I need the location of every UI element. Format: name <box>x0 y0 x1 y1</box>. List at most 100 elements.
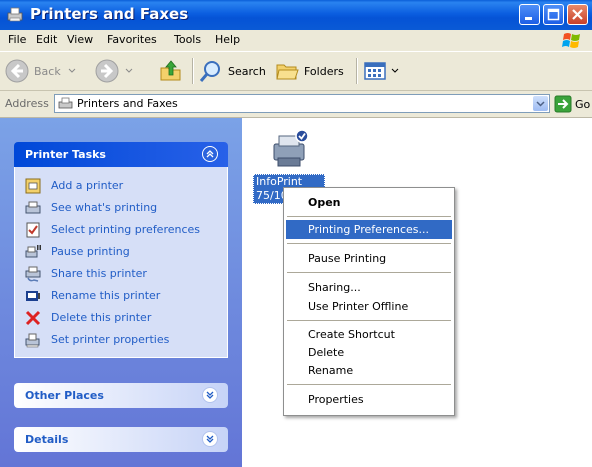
menu-item-label: Sharing... <box>308 281 361 294</box>
menu-separator <box>287 272 451 273</box>
task-label: Pause printing <box>51 245 130 258</box>
task-pane: Printer Tasks Add a printer See what's p… <box>0 118 242 467</box>
menu-separator <box>287 384 451 385</box>
menu-tools[interactable]: Tools <box>174 33 201 46</box>
close-button[interactable] <box>567 4 588 25</box>
menu-bar: File Edit View Favorites Tools Help <box>0 30 592 52</box>
toolbar-separator <box>192 58 194 84</box>
back-arrow-icon <box>5 59 29 83</box>
menu-separator <box>287 320 451 321</box>
toolbar-separator <box>356 58 358 84</box>
other-places-header[interactable]: Other Places <box>14 383 228 408</box>
back-label: Back <box>34 64 61 78</box>
task-delete-printer[interactable]: Delete this printer <box>15 307 227 329</box>
task-see-whats-printing[interactable]: See what's printing <box>15 197 227 219</box>
menu-view[interactable]: View <box>67 33 93 46</box>
task-add-printer[interactable]: Add a printer <box>15 175 227 197</box>
maximize-button[interactable] <box>543 4 564 25</box>
chevron-down-icon <box>206 391 214 399</box>
maximize-icon <box>547 8 560 21</box>
other-places-title: Other Places <box>25 389 104 402</box>
menu-item-pause-printing[interactable]: Pause Printing <box>286 249 452 268</box>
menu-edit[interactable]: Edit <box>36 33 57 46</box>
menu-item-label: Open <box>308 196 341 209</box>
go-label: Go <box>575 97 591 111</box>
folders-button[interactable]: Folders <box>274 57 344 85</box>
menu-item-create-shortcut[interactable]: Create Shortcut <box>286 325 452 344</box>
delete-icon <box>25 310 41 326</box>
address-value: Printers and Faxes <box>77 97 178 110</box>
printer-tasks-list: Add a printer See what's printing Select… <box>14 167 228 358</box>
menu-item-use-printer-offline[interactable]: Use Printer Offline <box>286 297 452 316</box>
menu-item-sharing[interactable]: Sharing... <box>286 278 452 297</box>
chevron-down-icon <box>125 68 133 73</box>
task-label: Share this printer <box>51 267 147 280</box>
search-button[interactable]: Search <box>198 57 266 85</box>
chevron-down-icon <box>206 435 214 443</box>
address-label: Address <box>5 97 49 110</box>
minimize-button[interactable] <box>519 4 540 25</box>
menu-item-label: Create Shortcut <box>308 328 395 341</box>
collapse-button[interactable] <box>202 146 218 162</box>
go-arrow-icon <box>554 95 572 113</box>
task-pause-printing[interactable]: Pause printing <box>15 241 227 263</box>
menu-item-label: Properties <box>308 393 364 406</box>
task-set-printer-properties[interactable]: Set printer properties <box>15 329 227 351</box>
task-rename-printer[interactable]: Rename this printer <box>15 285 227 307</box>
menu-item-properties[interactable]: Properties <box>286 390 452 409</box>
search-icon <box>199 61 220 82</box>
menu-file[interactable]: File <box>8 33 26 46</box>
properties-icon <box>25 333 40 348</box>
task-label: Add a printer <box>51 179 124 192</box>
menu-item-printing-preferences[interactable]: Printing Preferences... <box>286 220 452 239</box>
expand-button[interactable] <box>202 387 218 403</box>
chevron-down-icon <box>536 101 545 107</box>
context-menu: Open Printing Preferences... Pause Print… <box>283 187 455 416</box>
menu-help[interactable]: Help <box>215 33 240 46</box>
task-label: Set printer properties <box>51 333 170 346</box>
rename-icon <box>26 291 40 301</box>
share-printer-icon <box>25 266 41 282</box>
address-field[interactable]: Printers and Faxes <box>54 94 550 113</box>
task-label: Delete this printer <box>51 311 152 324</box>
task-label: Select printing preferences <box>51 223 201 236</box>
menu-item-label: Pause Printing <box>308 252 387 265</box>
printers-folder-icon <box>58 97 73 109</box>
forward-button[interactable] <box>94 57 134 85</box>
window-title: Printers and Faxes <box>30 5 189 23</box>
go-button[interactable]: Go <box>554 95 590 113</box>
preferences-icon <box>26 222 40 238</box>
explorer-window: Printers and Faxes File Edit View Favori… <box>0 0 592 467</box>
title-bar[interactable]: Printers and Faxes <box>0 0 592 30</box>
up-folder-button[interactable] <box>158 57 184 85</box>
chevron-up-icon <box>206 150 214 158</box>
menu-item-rename[interactable]: Rename <box>286 361 452 380</box>
chevron-down-icon <box>68 68 76 73</box>
menu-item-label: Printing Preferences... <box>308 223 429 236</box>
back-button[interactable]: Back <box>4 57 77 85</box>
task-select-printing-preferences[interactable]: Select printing preferences <box>15 219 227 241</box>
details-header[interactable]: Details <box>14 427 228 452</box>
menu-item-label: Rename <box>308 364 354 377</box>
printer-icon[interactable] <box>268 128 312 172</box>
toolbar: Back Search Folders <box>0 52 592 91</box>
printer-tasks-header[interactable]: Printer Tasks <box>14 142 228 167</box>
views-icon <box>364 62 386 80</box>
menu-favorites[interactable]: Favorites <box>107 33 157 46</box>
menu-item-label: Use Printer Offline <box>308 300 409 313</box>
menu-item-label: Delete <box>308 346 345 359</box>
expand-button[interactable] <box>202 431 218 447</box>
add-printer-icon <box>25 178 41 194</box>
menu-item-delete[interactable]: Delete <box>286 343 452 362</box>
address-dropdown-button[interactable] <box>533 96 548 111</box>
printer-queue-icon <box>25 201 41 214</box>
views-button[interactable] <box>362 57 400 85</box>
printer-tasks-title: Printer Tasks <box>25 148 106 161</box>
chevron-down-icon <box>391 68 399 73</box>
menu-item-open[interactable]: Open <box>286 193 452 212</box>
printers-folder-icon <box>7 7 23 22</box>
windows-logo-icon <box>562 33 580 48</box>
close-icon <box>572 9 583 20</box>
details-title: Details <box>25 433 69 446</box>
task-share-printer[interactable]: Share this printer <box>15 263 227 285</box>
